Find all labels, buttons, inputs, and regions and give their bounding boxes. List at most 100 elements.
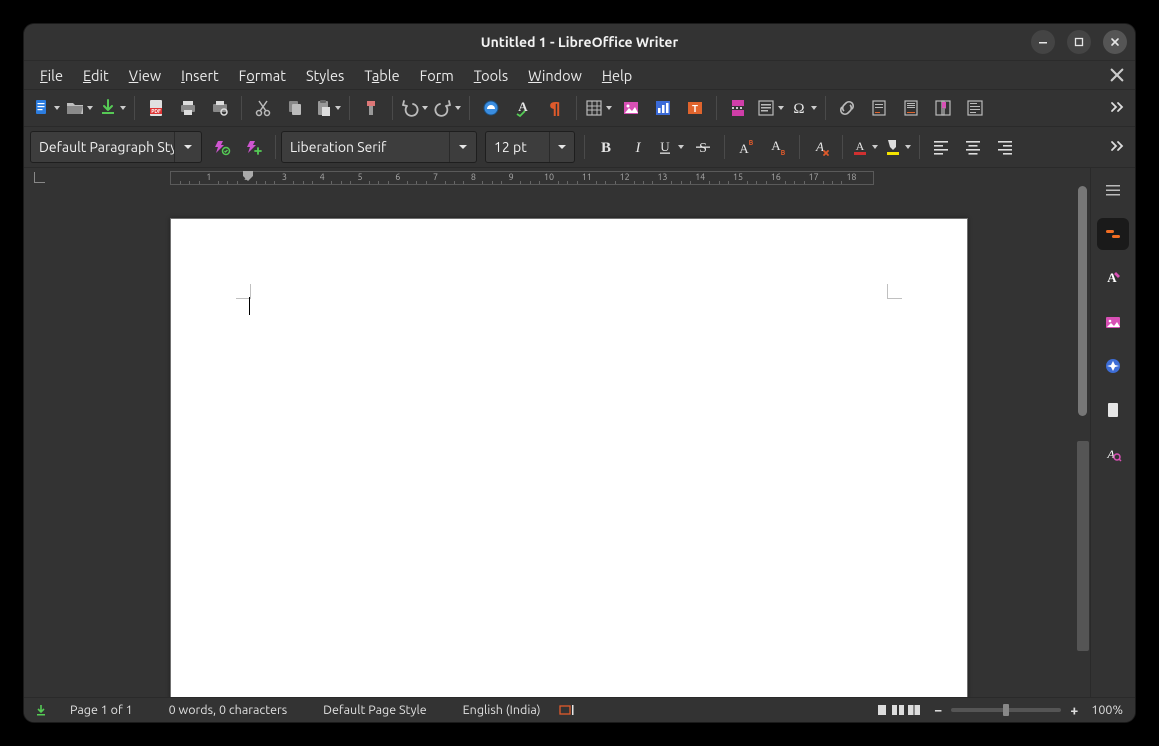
menu-styles[interactable]: Styles: [296, 64, 354, 87]
save-indicator-icon[interactable]: [34, 703, 48, 717]
svg-text:S: S: [699, 141, 707, 156]
sidebar-navigator-button[interactable]: [1097, 350, 1129, 382]
insert-mode-cell[interactable]: [559, 704, 587, 716]
insert-page-break-button[interactable]: [724, 94, 752, 122]
highlight-color-button[interactable]: [883, 133, 912, 161]
document-area[interactable]: [24, 186, 1090, 697]
clone-formatting-button[interactable]: [357, 94, 385, 122]
export-pdf-button[interactable]: PDF: [142, 94, 170, 122]
menu-table[interactable]: Table: [354, 64, 409, 87]
insert-bookmark-button[interactable]: [929, 94, 957, 122]
close-document-button[interactable]: [1109, 67, 1125, 83]
view-single-page-button[interactable]: [875, 703, 889, 717]
insert-table-button[interactable]: [584, 94, 613, 122]
font-name-combo[interactable]: Liberation Serif: [281, 131, 477, 163]
formatting-marks-button[interactable]: ¶: [541, 94, 569, 122]
zoom-value-cell[interactable]: 100%: [1081, 703, 1129, 717]
superscript-button[interactable]: AB: [732, 133, 760, 161]
menu-tools[interactable]: Tools: [464, 64, 518, 87]
clear-formatting-button[interactable]: A: [807, 133, 835, 161]
language-cell[interactable]: English (India): [445, 703, 559, 717]
font-size-combo[interactable]: 12 pt: [485, 131, 575, 163]
insert-cross-reference-button[interactable]: [961, 94, 989, 122]
page-style-cell[interactable]: Default Page Style: [305, 703, 445, 717]
menu-form[interactable]: Form: [410, 64, 464, 87]
menu-file[interactable]: File: [30, 64, 73, 87]
sidebar-style-inspector-button[interactable]: A: [1097, 438, 1129, 470]
subscript-button[interactable]: AB: [764, 133, 792, 161]
sidebar-settings-button[interactable]: [1097, 174, 1129, 206]
svg-text:¶: ¶: [549, 99, 560, 117]
page-number-cell[interactable]: Page 1 of 1: [52, 703, 151, 717]
view-book-button[interactable]: [907, 703, 921, 717]
print-button[interactable]: [174, 94, 202, 122]
zoom-out-button[interactable]: −: [931, 703, 945, 717]
menu-edit[interactable]: Edit: [73, 64, 119, 87]
view-multi-page-button[interactable]: [891, 703, 905, 717]
new-style-button[interactable]: [240, 133, 268, 161]
window-maximize-button[interactable]: [1067, 30, 1091, 54]
window-close-button[interactable]: [1103, 30, 1127, 54]
scrollbar-track-handle[interactable]: [1077, 441, 1089, 651]
paragraph-style-combo[interactable]: Default Paragraph Style: [30, 131, 202, 163]
copy-button[interactable]: [281, 94, 309, 122]
align-right-button[interactable]: [991, 133, 1019, 161]
open-button[interactable]: [65, 94, 94, 122]
insert-chart-button[interactable]: [649, 94, 677, 122]
paste-button[interactable]: [313, 94, 342, 122]
menu-window[interactable]: Window: [518, 64, 592, 87]
vertical-scrollbar[interactable]: [1076, 186, 1090, 697]
separator: [469, 96, 470, 120]
word-count-cell[interactable]: 0 words, 0 characters: [151, 703, 306, 717]
underline-button[interactable]: U: [656, 133, 685, 161]
menu-format[interactable]: Format: [229, 64, 296, 87]
insert-hyperlink-button[interactable]: [833, 94, 861, 122]
strikethrough-button[interactable]: S: [689, 133, 717, 161]
find-replace-button[interactable]: [477, 94, 505, 122]
toolbar-overflow-button[interactable]: [1109, 98, 1125, 118]
horizontal-ruler[interactable]: 123456789101112131415161718: [24, 168, 1090, 186]
page[interactable]: [170, 218, 968, 697]
sidebar-properties-button[interactable]: [1097, 218, 1129, 250]
insert-field-button[interactable]: [756, 94, 785, 122]
save-button[interactable]: [98, 94, 127, 122]
italic-button[interactable]: I: [624, 133, 652, 161]
separator: [134, 96, 135, 120]
insert-endnote-button[interactable]: [897, 94, 925, 122]
spellcheck-button[interactable]: A: [509, 94, 537, 122]
zoom-slider-knob[interactable]: [1003, 704, 1009, 716]
insert-text-box-button[interactable]: T: [681, 94, 709, 122]
menu-insert[interactable]: Insert: [171, 64, 229, 87]
sidebar-page-button[interactable]: [1097, 394, 1129, 426]
redo-button[interactable]: [433, 94, 462, 122]
new-button[interactable]: [32, 94, 61, 122]
print-preview-button[interactable]: [206, 94, 234, 122]
insert-symbol-button[interactable]: Ω: [789, 94, 818, 122]
svg-text:A: A: [856, 139, 865, 153]
sidebar-styles-button[interactable]: A: [1097, 262, 1129, 294]
bold-button[interactable]: B: [592, 133, 620, 161]
separator: [349, 96, 350, 120]
scrollbar-thumb[interactable]: [1078, 186, 1087, 416]
font-name-dropdown[interactable]: [449, 132, 476, 162]
svg-text:B: B: [601, 140, 611, 156]
font-color-button[interactable]: A: [850, 133, 879, 161]
zoom-slider[interactable]: [951, 708, 1061, 712]
sidebar-gallery-button[interactable]: [1097, 306, 1129, 338]
undo-button[interactable]: [400, 94, 429, 122]
font-size-dropdown[interactable]: [549, 132, 574, 162]
menu-view[interactable]: View: [119, 64, 171, 87]
align-left-button[interactable]: [927, 133, 955, 161]
cut-button[interactable]: [249, 94, 277, 122]
paragraph-style-dropdown[interactable]: [174, 132, 201, 162]
font-size-value: 12 pt: [486, 139, 549, 155]
zoom-in-button[interactable]: +: [1067, 703, 1081, 717]
separator: [716, 96, 717, 120]
insert-footnote-button[interactable]: [865, 94, 893, 122]
align-center-button[interactable]: [959, 133, 987, 161]
formatbar-overflow-button[interactable]: [1109, 137, 1125, 157]
window-minimize-button[interactable]: [1031, 30, 1055, 54]
update-style-button[interactable]: [208, 133, 236, 161]
insert-image-button[interactable]: [617, 94, 645, 122]
menu-help[interactable]: Help: [592, 64, 642, 87]
